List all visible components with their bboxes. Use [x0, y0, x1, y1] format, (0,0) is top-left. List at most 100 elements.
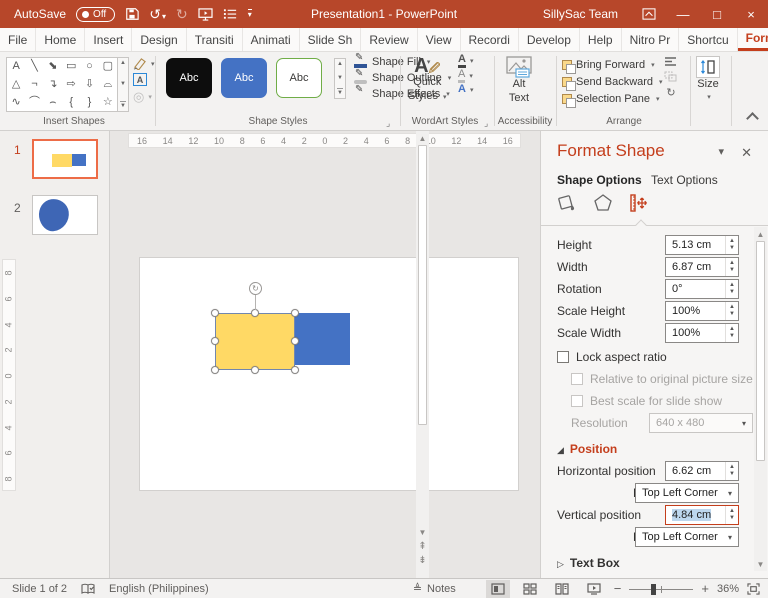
shape-style-chip[interactable]: Abc — [221, 58, 267, 98]
rotation-spinner[interactable]: ▲▼ — [725, 280, 738, 298]
ribbon-tab[interactable]: Animati — [243, 28, 300, 51]
vertical-ruler[interactable]: 864202468 — [2, 259, 16, 491]
previous-slide-icon[interactable]: ⇞ — [418, 539, 426, 553]
slide-counter[interactable]: Slide 1 of 2 — [12, 583, 67, 595]
resize-handle-se[interactable] — [291, 366, 299, 374]
shape-gallery-item[interactable]: ¬ — [25, 76, 43, 94]
zoom-out-button[interactable]: − — [614, 581, 622, 596]
ribbon-tab[interactable]: Home — [36, 28, 85, 51]
rotation-input[interactable]: 0°▲▼ — [665, 279, 739, 299]
numbered-list-icon[interactable] — [223, 8, 238, 20]
textbox-section-header[interactable]: ▷Text Box — [557, 556, 620, 570]
ribbon-tab[interactable]: Design — [132, 28, 186, 51]
lock-aspect-checkbox[interactable] — [557, 351, 569, 363]
relative-size-checkbox[interactable] — [571, 373, 583, 385]
rotation-handle[interactable]: ↻ — [249, 282, 262, 295]
ribbon-tab[interactable]: Slide Sh — [300, 28, 362, 51]
shape-style-chip[interactable]: Abc — [166, 58, 212, 98]
zoom-slider[interactable] — [629, 582, 693, 596]
customize-qat-icon[interactable]: ▾ — [248, 9, 252, 19]
ribbon-tab[interactable]: Shortcu — [679, 28, 737, 51]
shape-gallery-item[interactable]: ⌢ — [44, 93, 62, 111]
shape-gallery-item[interactable]: ∿ — [7, 93, 25, 111]
pane-menu-icon[interactable]: ▾ — [718, 145, 724, 158]
shape-gallery-item[interactable]: ▢ — [99, 58, 117, 76]
scroll-down-icon[interactable]: ▼ — [419, 525, 427, 539]
shape-gallery-item[interactable]: ╲ — [25, 58, 43, 76]
shape-gallery-item[interactable]: { — [62, 93, 80, 111]
arrange-menu-item[interactable]: Selection Pane▾ — [562, 90, 663, 107]
shape-gallery-item[interactable]: ⬊ — [44, 58, 62, 76]
undo-icon[interactable]: ↺▾ — [149, 7, 166, 21]
merge-shapes-button[interactable]: ◎▾ — [133, 89, 155, 105]
group-objects-icon[interactable] — [664, 71, 678, 82]
close-button[interactable]: × — [734, 0, 768, 28]
slideshow-view-button[interactable] — [582, 580, 606, 598]
blue-rectangle-shape[interactable] — [295, 313, 350, 365]
zoom-slider-thumb[interactable] — [651, 584, 656, 595]
height-input[interactable]: 5.13 cm▲▼ — [665, 235, 739, 255]
tab-text-options[interactable]: Text Options — [651, 173, 718, 187]
pane-close-icon[interactable]: ✕ — [741, 145, 752, 161]
best-scale-checkbox[interactable] — [571, 395, 583, 407]
size-button[interactable]: Size ▾ — [696, 56, 720, 103]
edit-shape-button[interactable]: ▾ — [133, 57, 155, 70]
pane-scrollbar[interactable]: ▲ ▼ — [754, 227, 767, 571]
vertical-position-input[interactable]: 4.84 cm▲▼ — [665, 505, 739, 525]
resolution-dropdown[interactable]: 640 x 480▾ — [649, 413, 753, 433]
resize-handle-sw[interactable] — [211, 366, 219, 374]
spell-check-icon[interactable] — [81, 583, 95, 595]
pane-scroll-up-icon[interactable]: ▲ — [757, 227, 765, 241]
shape-gallery-item[interactable]: ☆ — [99, 93, 117, 111]
language-indicator[interactable]: English (Philippines) — [109, 583, 209, 595]
alt-text-button[interactable]: Alt Text — [506, 56, 532, 106]
yellow-rectangle-shape[interactable] — [215, 313, 295, 370]
fill-line-icon[interactable] — [555, 191, 579, 215]
reading-view-button[interactable] — [550, 580, 574, 598]
arrange-menu-item[interactable]: Send Backward▾ — [562, 73, 663, 90]
draw-text-box-button[interactable]: A — [133, 73, 155, 86]
ribbon-tab[interactable]: Recordi — [461, 28, 519, 51]
shape-gallery-item[interactable]: △ — [7, 76, 25, 94]
shape-gallery-item[interactable]: ⌒ — [25, 93, 43, 111]
shape-gallery-item[interactable]: A — [7, 58, 25, 76]
save-icon[interactable] — [125, 7, 139, 21]
resize-handle-n[interactable] — [251, 309, 259, 317]
scale-height-input[interactable]: 100%▲▼ — [665, 301, 739, 321]
ribbon-tab[interactable]: Nitro Pr — [622, 28, 680, 51]
account-name[interactable]: SillySac Team — [543, 7, 618, 21]
shape-gallery-item[interactable]: ↴ — [44, 76, 62, 94]
shapes-gallery-scrollbar[interactable]: ▲▼▼ — [118, 57, 129, 112]
width-input[interactable]: 6.87 cm▲▼ — [665, 257, 739, 277]
maximize-button[interactable]: □ — [700, 0, 734, 28]
width-spinner[interactable]: ▲▼ — [725, 258, 738, 276]
scale-width-input[interactable]: 100%▲▼ — [665, 323, 739, 343]
size-properties-icon[interactable] — [627, 191, 651, 215]
ribbon-tab[interactable]: Review — [361, 28, 417, 51]
fit-slide-to-window-icon[interactable] — [747, 583, 760, 595]
horizontal-position-input[interactable]: 6.62 cm▲▼ — [665, 461, 739, 481]
rotate-objects-icon[interactable]: ↻ — [664, 86, 678, 99]
start-slideshow-icon[interactable] — [198, 8, 213, 21]
height-spinner[interactable]: ▲▼ — [725, 236, 738, 254]
resize-handle-nw[interactable] — [211, 309, 219, 317]
shape-gallery-item[interactable]: ▭ — [62, 58, 80, 76]
shape-gallery-item[interactable]: ○ — [80, 58, 98, 76]
scroll-up-icon[interactable]: ▲ — [419, 131, 427, 145]
ribbon-tab[interactable]: File — [0, 28, 36, 51]
scale-height-spinner[interactable]: ▲▼ — [725, 302, 738, 320]
from-dropdown-2[interactable]: Top Left Corner▾ — [635, 527, 739, 547]
shape-gallery-item[interactable]: ⇨ — [62, 76, 80, 94]
slide-thumbnail-1[interactable] — [32, 139, 98, 179]
minimize-button[interactable]: — — [666, 0, 700, 28]
slide-thumbnail-2[interactable] — [32, 195, 98, 235]
normal-view-button[interactable] — [486, 580, 510, 598]
shape-gallery-item[interactable]: ⇩ — [80, 76, 98, 94]
next-slide-icon[interactable]: ⇟ — [418, 553, 426, 567]
canvas-scrollbar[interactable]: ▲ ▼ ⇞ ⇟ — [416, 131, 429, 578]
text-outline-button[interactable]: A▾ — [458, 69, 473, 83]
tab-shape-options[interactable]: Shape Options — [557, 173, 642, 187]
ribbon-tab[interactable]: Transiti — [187, 28, 243, 51]
pane-scroll-down-icon[interactable]: ▼ — [757, 557, 765, 571]
pane-scrollbar-thumb[interactable] — [756, 241, 765, 461]
